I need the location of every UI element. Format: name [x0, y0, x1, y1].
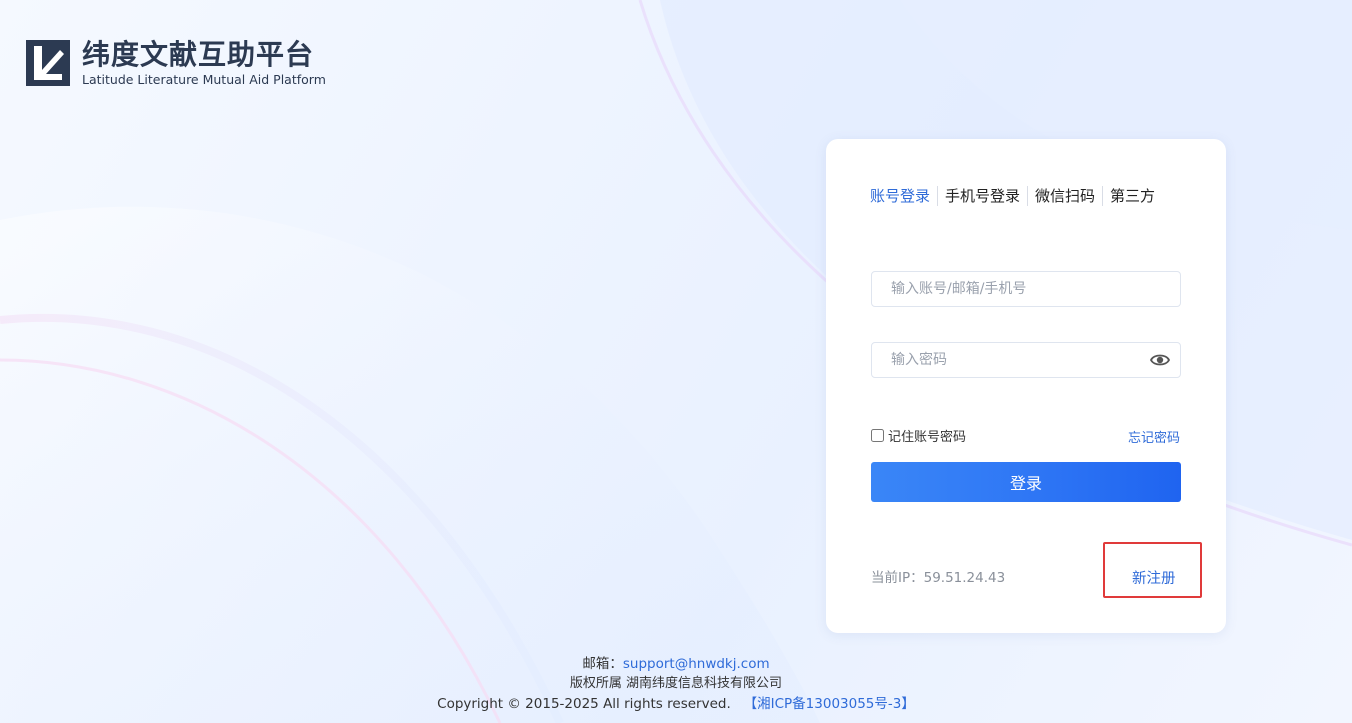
eye-icon[interactable] [1150, 352, 1170, 368]
tab-wechat-scan[interactable]: 微信扫码 [1035, 185, 1095, 206]
footer-email-link[interactable]: support@hnwdkj.com [623, 656, 770, 672]
tab-divider [1102, 185, 1104, 206]
footer-owner: 版权所属 湖南纬度信息科技有限公司 [569, 676, 783, 691]
tab-third-party[interactable]: 第三方 [1110, 185, 1155, 206]
brand-logo: 纬度文献互助平台 Latitude Literature Mutual Aid … [26, 40, 326, 87]
brand-name-en: Latitude Literature Mutual Aid Platform [82, 72, 326, 87]
current-ip: 当前IP：59.51.24.43 [871, 570, 1006, 586]
footer-email-line: 邮箱：support@hnwdkj.com [0, 654, 1352, 674]
tab-account-login[interactable]: 账号登录 [870, 185, 930, 206]
brand-name-cn: 纬度文献互助平台 [82, 38, 315, 71]
footer-copyright: Copyright © 2015-2025 All rights reserve… [437, 696, 731, 712]
footer-copyright-line: Copyright © 2015-2025 All rights reserve… [0, 694, 1352, 714]
login-button[interactable]: 登录 [871, 462, 1181, 502]
remember-label: 记住账号密码 [888, 430, 967, 445]
login-card: 账号登录 手机号登录 微信扫码 第三方 记住账号密码 忘记密码 登录 当前IP：… [826, 139, 1226, 633]
footer-email-label: 邮箱： [582, 656, 623, 672]
account-field [871, 271, 1181, 307]
logo-mark-icon [26, 40, 70, 86]
password-field [871, 342, 1181, 378]
login-tabs: 账号登录 手机号登录 微信扫码 第三方 [870, 185, 1155, 206]
tab-divider [1027, 185, 1029, 206]
forgot-password-link[interactable]: 忘记密码 [1128, 427, 1180, 446]
remember-me: 记住账号密码 [871, 426, 966, 445]
footer-icp-link[interactable]: 【湘ICP备13003055号-3】 [744, 696, 915, 712]
remember-checkbox[interactable] [871, 429, 884, 442]
tab-phone-login[interactable]: 手机号登录 [945, 185, 1020, 206]
tab-divider [937, 185, 939, 206]
account-input[interactable] [872, 272, 1131, 306]
password-input[interactable] [872, 343, 1131, 377]
register-link[interactable]: 新注册 [1132, 567, 1176, 588]
